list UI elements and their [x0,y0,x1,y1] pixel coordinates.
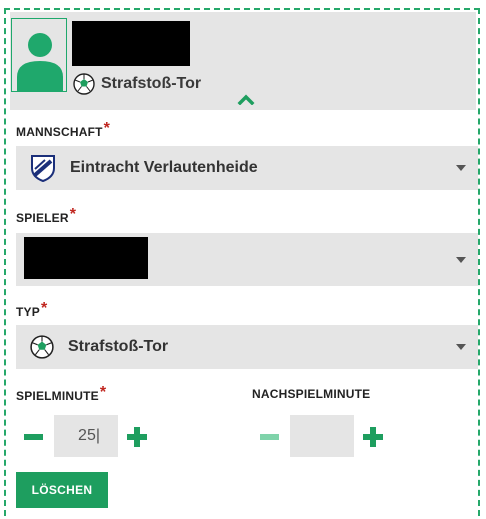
extra-minute-label: NACHSPIELMINUTE [252,387,370,401]
player-name-redacted [72,21,190,66]
chevron-down-icon [456,344,466,350]
soccer-ball-icon [73,73,95,95]
minute-input-value: 25| [78,427,100,444]
chevron-down-icon [456,256,466,263]
type-label: TYP* [16,300,48,321]
delete-button[interactable]: LÖSCHEN [16,472,108,508]
required-mark: * [40,300,48,317]
team-select[interactable]: Eintracht Verlautenheide [16,146,478,190]
minute-decrement-button[interactable] [24,434,43,440]
required-mark: * [69,206,77,223]
soccer-ball-icon [30,335,54,359]
chevron-up-icon[interactable] [237,93,255,105]
player-select[interactable] [16,233,478,286]
avatar [11,18,67,92]
type-value: Strafstoß-Tor [68,338,169,355]
minute-increment-button[interactable] [127,427,147,447]
club-crest-icon [31,155,55,182]
minute-label-text: SPIELMINUTE [16,389,99,403]
minute-label: SPIELMINUTE* [16,384,107,405]
minute-input[interactable]: 25| [54,415,118,457]
team-label-text: MANNSCHAFT [16,125,103,139]
extra-minute-input[interactable] [290,415,354,457]
type-select[interactable]: Strafstoß-Tor [16,325,478,369]
required-mark: * [99,384,107,401]
chevron-down-icon [456,165,466,171]
required-mark: * [103,120,111,137]
player-label: SPIELER* [16,206,77,227]
user-silhouette-icon [17,33,63,91]
event-type-text: Strafstoß-Tor [101,75,202,92]
team-value: Eintracht Verlautenheide [70,159,258,176]
extra-minute-increment-button[interactable] [363,427,383,447]
extra-minute-decrement-button[interactable] [260,434,279,440]
player-label-text: SPIELER [16,211,69,225]
team-label: MANNSCHAFT* [16,120,111,141]
type-label-text: TYP [16,305,40,319]
player-value-redacted [24,237,148,279]
event-summary: Strafstoß-Tor [73,73,201,95]
extra-minute-label-text: NACHSPIELMINUTE [252,387,371,401]
